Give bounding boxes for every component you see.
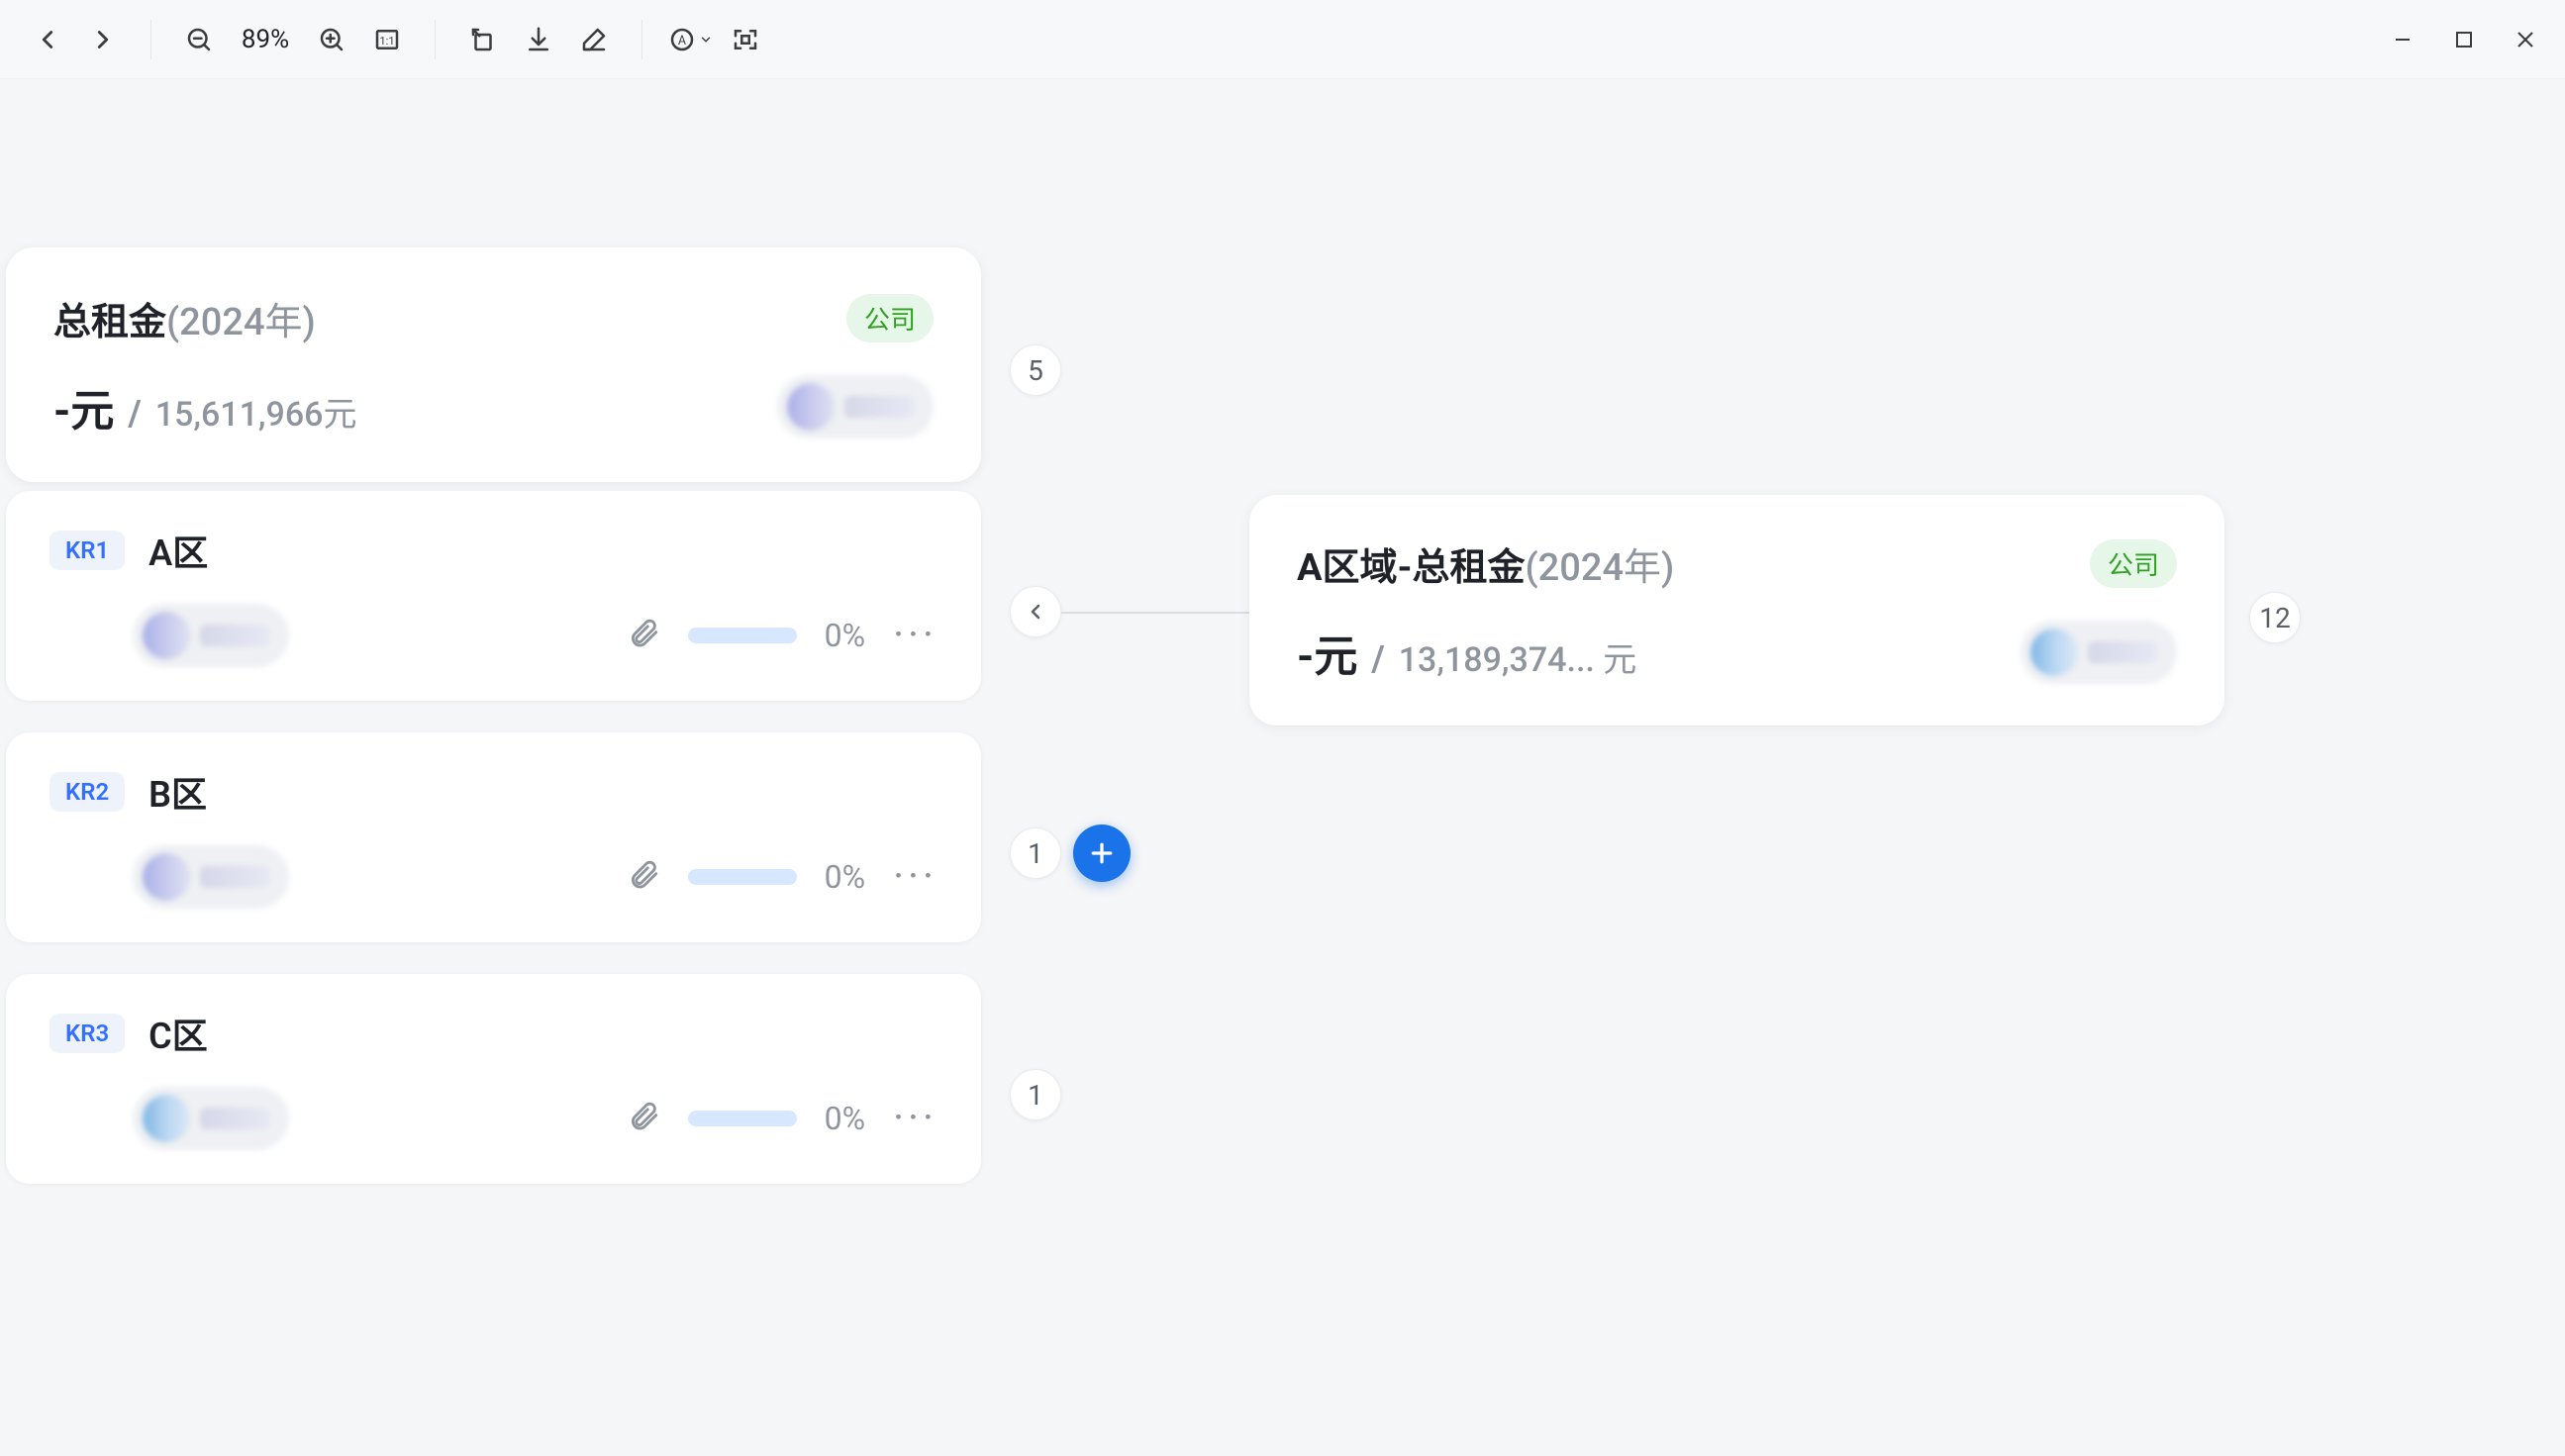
owner-chip[interactable] xyxy=(133,604,289,667)
toolbar: 89% 1:1 A xyxy=(0,0,2565,79)
more-icon[interactable]: ··· xyxy=(893,856,937,898)
child-current-value: -元 xyxy=(1297,621,1357,684)
avatar xyxy=(143,1095,190,1142)
add-child-button[interactable] xyxy=(1073,825,1131,882)
objective-child-count[interactable]: 5 xyxy=(1010,344,1061,396)
collapse-right-button[interactable] xyxy=(1010,586,1061,637)
zoom-fit-button[interactable]: 1:1 xyxy=(363,16,411,63)
owner-name-redacted xyxy=(200,1108,269,1129)
more-icon[interactable]: ··· xyxy=(893,615,937,656)
owner-name-redacted xyxy=(200,866,269,888)
kr-card-2[interactable]: KR2 B区 0% ··· xyxy=(6,732,981,942)
extra-group: A xyxy=(666,16,769,63)
child-objective-year: (2024年) xyxy=(1526,546,1675,590)
child-objective-metrics: -元 / 13,189,374... 元 xyxy=(1297,621,1636,684)
child-objective-child-count[interactable]: 12 xyxy=(2249,592,2301,643)
progress-percent: 0% xyxy=(825,1100,865,1137)
divider xyxy=(435,20,436,59)
attachment-icon[interactable] xyxy=(627,1100,660,1137)
svg-text:1:1: 1:1 xyxy=(379,35,394,48)
scope-badge: 公司 xyxy=(846,294,934,342)
child-target-value: 13,189,374... 元 xyxy=(1399,632,1637,681)
avatar xyxy=(2030,629,2078,676)
owner-name-redacted xyxy=(2088,641,2157,663)
kr-name: A区 xyxy=(148,525,208,576)
kr2-child-count[interactable]: 1 xyxy=(1010,827,1061,879)
owner-name-redacted xyxy=(844,396,914,418)
kr-tag: KR3 xyxy=(49,1014,125,1053)
objective-target-value: 15,611,966元 xyxy=(155,387,357,436)
maximize-button[interactable] xyxy=(2448,24,2480,55)
more-icon[interactable]: ··· xyxy=(893,1098,937,1139)
nav-group xyxy=(24,16,127,63)
child-objective-title: A区域-总租金(2024年) xyxy=(1297,536,1674,591)
download-button[interactable] xyxy=(515,16,562,63)
owner-chip[interactable] xyxy=(133,1087,289,1150)
attachment-icon[interactable] xyxy=(627,617,660,654)
back-button[interactable] xyxy=(24,16,71,63)
kr-tag: KR1 xyxy=(49,531,125,570)
objective-year: (2024年) xyxy=(166,301,316,344)
progress-percent: 0% xyxy=(825,858,865,896)
progress-percent: 0% xyxy=(825,617,865,654)
okr-canvas[interactable]: 总租金(2024年) 公司 -元 / 15,611,966元 5 KR1 A区 xyxy=(0,79,2565,1456)
zoom-out-button[interactable] xyxy=(175,16,223,63)
kr-name: B区 xyxy=(148,766,207,818)
rotate-button[interactable] xyxy=(459,16,507,63)
avatar xyxy=(143,612,190,659)
objective-metrics: -元 / 15,611,966元 xyxy=(53,375,357,438)
zoom-group: 89% 1:1 xyxy=(175,16,411,63)
avatar xyxy=(143,853,190,901)
objective-current-value: -元 xyxy=(53,375,114,438)
divider xyxy=(150,20,151,59)
progress-bar xyxy=(688,628,797,643)
child-objective-title-text: A区域-总租金 xyxy=(1297,546,1526,590)
attachment-icon[interactable] xyxy=(627,858,660,896)
owner-chip[interactable] xyxy=(777,375,934,438)
metric-slash: / xyxy=(128,393,141,435)
objective-card[interactable]: 总租金(2024年) 公司 -元 / 15,611,966元 xyxy=(6,247,981,482)
progress-bar xyxy=(688,1111,797,1126)
forward-button[interactable] xyxy=(79,16,127,63)
kr-card-1[interactable]: KR1 A区 0% ··· xyxy=(6,491,981,701)
divider xyxy=(641,20,642,59)
zoom-level-label: 89% xyxy=(231,25,300,54)
kr-tag: KR2 xyxy=(49,772,125,812)
kr-card-3[interactable]: KR3 C区 0% ··· xyxy=(6,974,981,1184)
zoom-in-button[interactable] xyxy=(308,16,355,63)
minimize-button[interactable] xyxy=(2387,24,2418,55)
child-objective-card[interactable]: A区域-总租金(2024年) 公司 -元 / 13,189,374... 元 xyxy=(1249,495,2224,726)
fullscreen-button[interactable] xyxy=(722,16,769,63)
window-controls xyxy=(2387,24,2541,55)
owner-name-redacted xyxy=(200,625,269,646)
objective-title: 总租金(2024年) xyxy=(53,291,316,345)
kr3-child-count[interactable]: 1 xyxy=(1010,1069,1061,1120)
close-button[interactable] xyxy=(2510,24,2541,55)
owner-chip[interactable] xyxy=(133,845,289,909)
scope-badge: 公司 xyxy=(2090,539,2177,588)
edit-button[interactable] xyxy=(570,16,618,63)
owner-chip[interactable] xyxy=(2021,621,2177,684)
connector-line xyxy=(1061,612,1249,614)
tools-group xyxy=(459,16,618,63)
avatar xyxy=(787,383,835,431)
progress-bar xyxy=(688,869,797,885)
auto-mode-button[interactable]: A xyxy=(666,16,714,63)
svg-text:A: A xyxy=(678,34,686,49)
objective-title-text: 总租金 xyxy=(53,301,166,344)
metric-slash: / xyxy=(1371,638,1384,680)
kr-name: C区 xyxy=(148,1008,208,1059)
